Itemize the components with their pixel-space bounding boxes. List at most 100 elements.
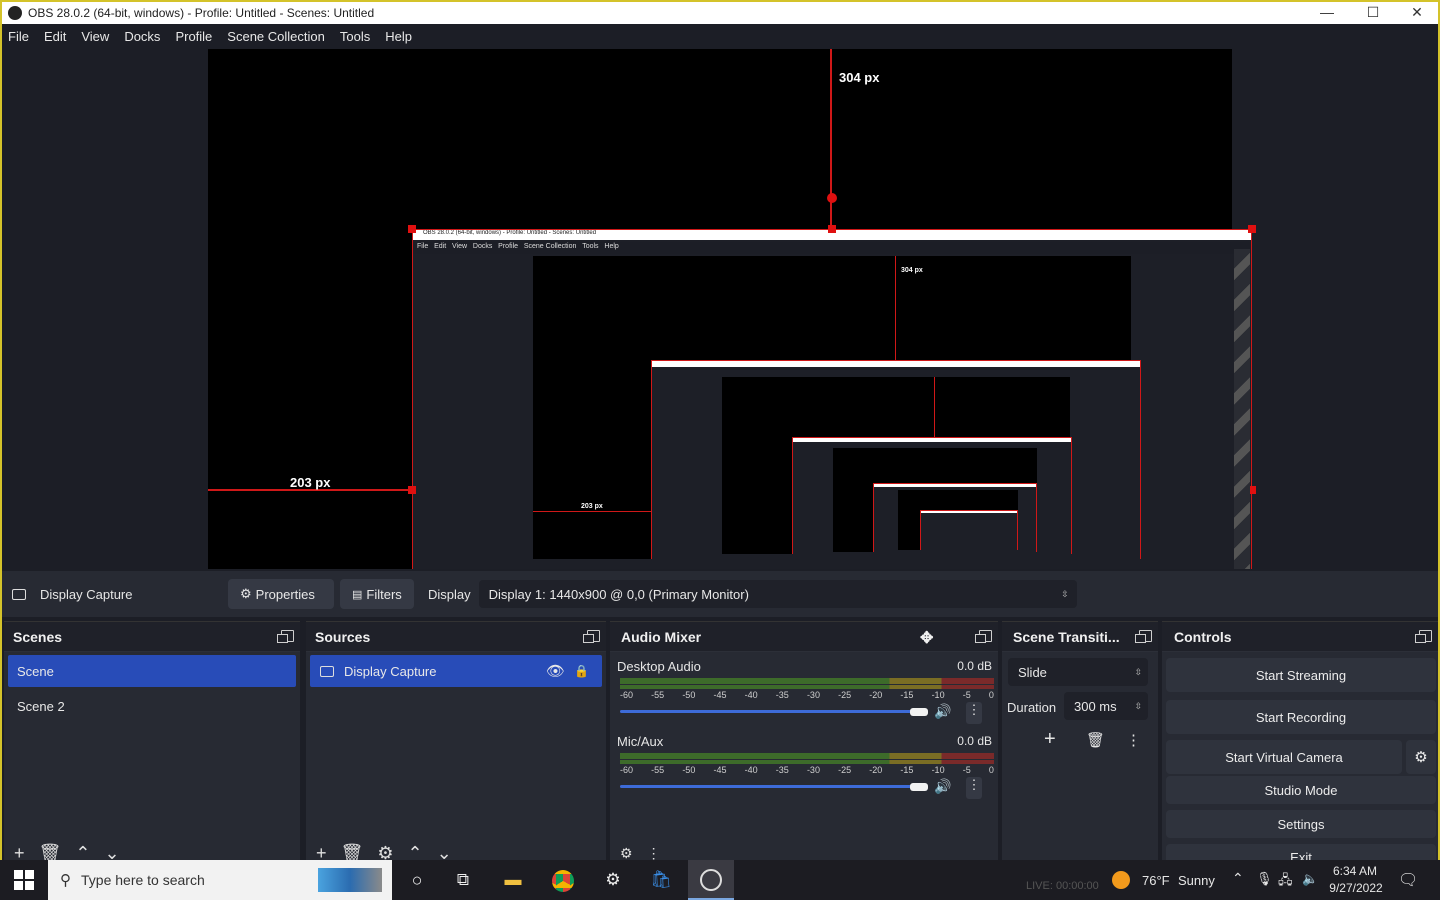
scenes-header: Scenes xyxy=(4,622,300,652)
duration-input[interactable]: 300 ms ⇳ xyxy=(1064,692,1148,720)
notification-icon[interactable]: 🗨 xyxy=(1398,870,1418,890)
preview-area: 304 px 203 px OBS 28.0.2 (64-bit, window… xyxy=(2,49,1438,571)
stepper-icon[interactable]: ⇳ xyxy=(1134,701,1142,712)
source-item[interactable]: Display Capture 👁 🔒 xyxy=(310,655,602,687)
settings-gear-icon[interactable]: ⚙ xyxy=(602,870,624,890)
weather-temp[interactable]: 76°F xyxy=(1142,873,1170,888)
store-icon[interactable]: 🛍 xyxy=(650,870,672,890)
volume-slider[interactable] xyxy=(620,710,926,713)
start-streaming-button[interactable]: Start Streaming xyxy=(1166,658,1436,692)
scenes-dock: Scenes Scene Scene 2 + 🗑 ⌃ ⌄ xyxy=(4,621,300,862)
menu-file[interactable]: File xyxy=(8,29,29,44)
transitions-dock: Scene Transiti... Slide ⇳ Duration 300 m… xyxy=(1002,621,1158,862)
menu-docks[interactable]: Docks xyxy=(124,29,160,44)
undock-icon[interactable] xyxy=(975,630,992,643)
task-view-icon[interactable]: ⧉ xyxy=(452,870,474,890)
remove-transition-icon[interactable]: 🗑 xyxy=(1086,731,1105,749)
more-menu-icon[interactable]: ⋮ xyxy=(1126,731,1141,749)
select-arrows-icon: ⇳ xyxy=(1061,588,1069,599)
live-status: LIVE: 00:00:00 xyxy=(1026,880,1099,892)
resize-handle-left[interactable] xyxy=(408,486,416,494)
meter-scale: -60 -55 -50 -45 -40 -35 -30 -25 -20 -15 -10 -5 0 xyxy=(620,690,994,700)
slider-knob[interactable] xyxy=(910,783,928,791)
chrome-icon[interactable] xyxy=(552,870,574,892)
undock-icon[interactable] xyxy=(1415,630,1432,643)
resize-handle-top-right[interactable] xyxy=(1248,225,1256,233)
close-button[interactable]: ✕ xyxy=(1394,2,1438,24)
nested-display-3 xyxy=(792,437,1072,554)
clock-time[interactable]: 6:34 AM xyxy=(1330,864,1380,878)
start-virtual-camera-button[interactable]: Start Virtual Camera xyxy=(1166,740,1402,774)
display-select[interactable]: Display 1: 1440x900 @ 0,0 (Primary Monit… xyxy=(478,580,1077,608)
scene-item[interactable]: Scene xyxy=(8,655,296,687)
speaker-icon[interactable]: 🔊 xyxy=(934,703,951,720)
captured-display[interactable]: OBS 28.0.2 (64-bit, windows) - Profile: … xyxy=(412,229,1252,569)
controls-header: Controls xyxy=(1162,622,1438,652)
select-arrows-icon: ⇳ xyxy=(1134,666,1142,677)
windows-start-icon[interactable] xyxy=(14,870,34,890)
more-menu-icon[interactable]: ⋮ xyxy=(966,777,982,799)
file-explorer-icon[interactable]: ▬ xyxy=(502,870,524,890)
audio-mixer-header: Audio Mixer ✥ xyxy=(610,622,998,652)
undock-icon[interactable] xyxy=(277,630,294,643)
mixer-toolbar: ⚙ ⋮ xyxy=(610,842,998,862)
clock-date[interactable]: 9/27/2022 xyxy=(1326,881,1386,895)
virtual-camera-settings-icon[interactable]: ⚙ xyxy=(1406,740,1436,774)
transition-select[interactable]: Slide ⇳ xyxy=(1008,658,1148,686)
resize-handle-top-left[interactable] xyxy=(408,225,416,233)
menu-view[interactable]: View xyxy=(81,29,109,44)
audio-mixer-dock: Audio Mixer ✥ Desktop Audio 0.0 dB -60 -5… xyxy=(610,621,998,862)
display-label: Display xyxy=(428,586,471,602)
properties-button[interactable]: ⚙ Properties xyxy=(228,579,334,609)
obs-icon xyxy=(700,869,722,891)
volume-icon[interactable]: 🔈 xyxy=(1302,871,1318,887)
speaker-icon[interactable]: 🔊 xyxy=(934,778,951,795)
chevron-up-icon[interactable]: ⌃ xyxy=(1232,870,1244,887)
volume-meter xyxy=(620,685,994,689)
microphone-icon[interactable]: 🎙 xyxy=(1256,871,1273,887)
source-context-bar: Display Capture ⚙ Properties ▤ Filters D… xyxy=(2,571,1438,617)
eye-icon[interactable]: 👁 xyxy=(546,662,565,680)
channel-level: 0.0 dB xyxy=(957,659,992,673)
minimize-button[interactable]: — xyxy=(1304,2,1350,24)
volume-meter xyxy=(620,760,994,764)
duration-label: Duration xyxy=(1007,700,1057,715)
weather-desc[interactable]: Sunny xyxy=(1178,873,1215,888)
preview-canvas[interactable]: 304 px 203 px OBS 28.0.2 (64-bit, window… xyxy=(208,49,1256,569)
cortana-icon[interactable]: ○ xyxy=(406,870,428,890)
menu-profile[interactable]: Profile xyxy=(175,29,212,44)
context-source-name: Display Capture xyxy=(40,586,133,602)
rotate-handle[interactable] xyxy=(827,193,837,203)
menu-scene-collection[interactable]: Scene Collection xyxy=(227,29,325,44)
settings-button[interactable]: Settings xyxy=(1166,810,1436,838)
captured-preview: 304 px 203 px xyxy=(533,256,1141,559)
obs-taskbar-button[interactable] xyxy=(688,860,734,900)
filters-button[interactable]: ▤ Filters xyxy=(340,579,414,609)
more-menu-icon[interactable]: ⋮ xyxy=(966,702,982,724)
scene-item[interactable]: Scene 2 xyxy=(8,690,296,722)
search-placeholder: Type here to search xyxy=(81,872,205,888)
sources-header: Sources xyxy=(306,622,606,652)
network-icon[interactable]: 🖧 xyxy=(1278,871,1293,893)
obs-window: OBS 28.0.2 (64-bit, windows) - Profile: … xyxy=(0,0,1440,900)
taskbar-search[interactable]: ⚲ Type here to search xyxy=(48,860,392,900)
channel-name: Mic/Aux xyxy=(617,734,664,749)
menu-help[interactable]: Help xyxy=(385,29,412,44)
menu-edit[interactable]: Edit xyxy=(44,29,66,44)
slider-knob[interactable] xyxy=(910,708,928,716)
meter-scale: -60 -55 -50 -45 -40 -35 -30 -25 -20 -15 -10 -5 0 xyxy=(620,765,994,775)
volume-slider[interactable] xyxy=(620,785,926,788)
menu-tools[interactable]: Tools xyxy=(340,29,370,44)
sources-dock: Sources Display Capture 👁 🔒 + 🗑 ⚙ ⌃ ⌄ xyxy=(306,621,606,862)
undock-icon[interactable] xyxy=(583,630,600,643)
studio-mode-button[interactable]: Studio Mode xyxy=(1166,776,1436,804)
monitor-icon xyxy=(320,665,334,677)
start-recording-button[interactable]: Start Recording xyxy=(1166,700,1436,734)
maximize-button[interactable]: ☐ xyxy=(1350,2,1396,24)
weather-sun-icon[interactable] xyxy=(1112,871,1130,889)
resize-handle-top[interactable] xyxy=(828,225,836,233)
add-transition-icon[interactable]: + xyxy=(1044,728,1056,751)
lock-icon[interactable]: 🔒 xyxy=(574,664,589,678)
undock-icon[interactable] xyxy=(1135,630,1152,643)
volume-meter xyxy=(620,678,994,684)
